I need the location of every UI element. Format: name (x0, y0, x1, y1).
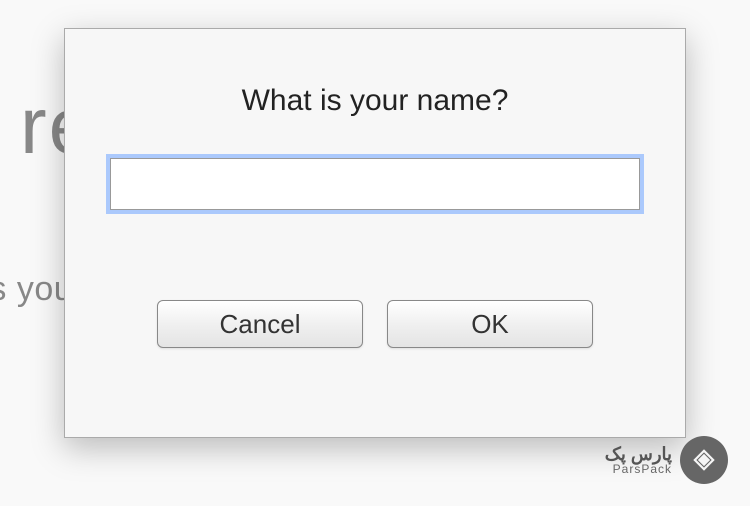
watermark-brand-fa: پارس پک (605, 445, 672, 463)
prompt-dialog: What is your name? Cancel OK (64, 28, 686, 438)
input-wrapper (110, 158, 640, 210)
watermark-text: پارس پک ParsPack (605, 445, 672, 475)
diamond-logo-icon (680, 436, 728, 484)
prompt-message: What is your name? (110, 84, 640, 118)
cancel-button[interactable]: Cancel (157, 300, 363, 348)
name-input[interactable] (110, 158, 640, 210)
watermark-brand-en: ParsPack (605, 463, 672, 475)
watermark: پارس پک ParsPack (605, 436, 728, 484)
dialog-button-row: Cancel OK (110, 300, 640, 348)
ok-button[interactable]: OK (387, 300, 593, 348)
